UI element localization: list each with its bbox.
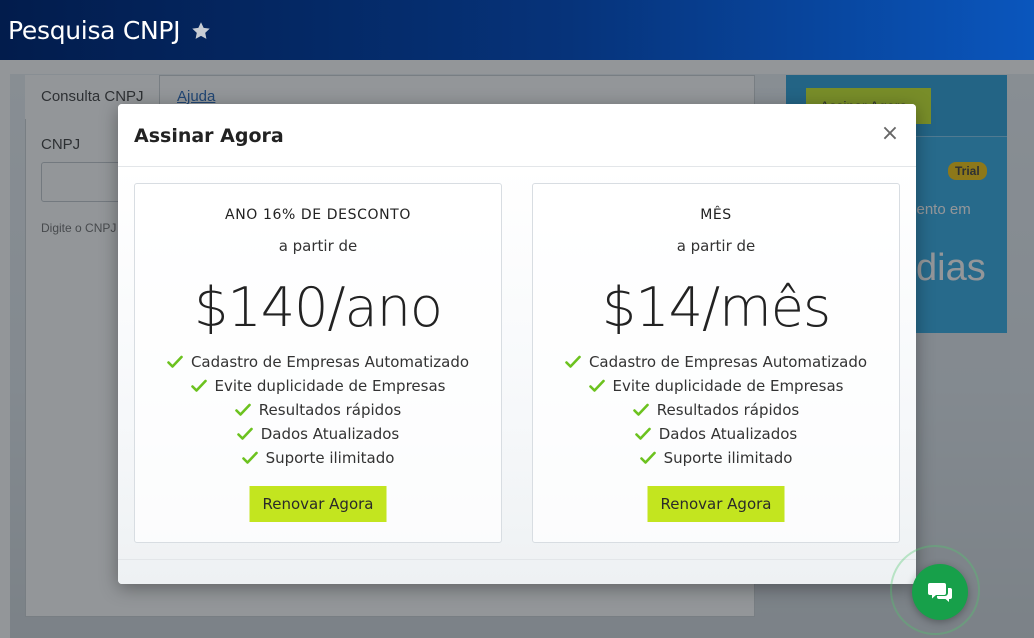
check-icon bbox=[241, 451, 258, 464]
feature-item: Suporte ilimitado bbox=[135, 446, 501, 470]
subscribe-modal: Assinar Agora × ANO 16% DE DESCONTO a pa… bbox=[118, 104, 916, 584]
feature-item: Cadastro de Empresas Automatizado bbox=[135, 350, 501, 374]
chat-button[interactable] bbox=[912, 564, 968, 620]
check-icon bbox=[236, 427, 253, 440]
check-icon bbox=[632, 403, 649, 416]
feature-label: Suporte ilimitado bbox=[265, 449, 395, 467]
feature-item: Resultados rápidos bbox=[533, 398, 899, 422]
modal-header: Assinar Agora × bbox=[118, 104, 916, 167]
plan-from-text: a partir de bbox=[278, 237, 358, 255]
feature-label: Resultados rápidos bbox=[258, 401, 402, 419]
check-icon bbox=[565, 355, 581, 368]
check-icon bbox=[639, 451, 656, 464]
feature-label: Cadastro de Empresas Automatizado bbox=[190, 353, 470, 371]
chat-bubbles-icon bbox=[928, 583, 952, 602]
feature-label: Evite duplicidade de Empresas bbox=[612, 377, 844, 395]
modal-footer-divider bbox=[118, 559, 916, 560]
check-icon bbox=[167, 355, 183, 368]
star-icon[interactable] bbox=[190, 20, 212, 42]
modal-title: Assinar Agora bbox=[134, 125, 284, 147]
plan-price: $140/ano bbox=[194, 276, 443, 339]
renew-annual-button[interactable]: Renovar Agora bbox=[249, 486, 387, 522]
feature-item: Suporte ilimitado bbox=[533, 446, 899, 470]
renew-monthly-button[interactable]: Renovar Agora bbox=[647, 486, 785, 522]
plan-price: $14/mês bbox=[601, 276, 831, 339]
plan-card-annual: ANO 16% DE DESCONTO a partir de $140/ano… bbox=[134, 183, 502, 543]
feature-item: Resultados rápidos bbox=[135, 398, 501, 422]
feature-label: Cadastro de Empresas Automatizado bbox=[588, 353, 868, 371]
feature-label: Dados Atualizados bbox=[260, 425, 400, 443]
plan-from-text: a partir de bbox=[676, 237, 756, 255]
feature-item: Dados Atualizados bbox=[533, 422, 899, 446]
feature-list: Cadastro de Empresas Automatizado Evite … bbox=[135, 350, 501, 470]
feature-label: Resultados rápidos bbox=[656, 401, 800, 419]
feature-item: Dados Atualizados bbox=[135, 422, 501, 446]
plan-name: ANO 16% DE DESCONTO bbox=[225, 207, 411, 223]
close-icon[interactable]: × bbox=[878, 122, 902, 146]
feature-label: Dados Atualizados bbox=[658, 425, 798, 443]
plan-name: MÊS bbox=[700, 207, 732, 223]
feature-list: Cadastro de Empresas Automatizado Evite … bbox=[533, 350, 899, 470]
plan-card-monthly: MÊS a partir de $14/mês Cadastro de Empr… bbox=[532, 183, 900, 543]
feature-item: Cadastro de Empresas Automatizado bbox=[533, 350, 899, 374]
check-icon bbox=[634, 427, 651, 440]
feature-item: Evite duplicidade de Empresas bbox=[135, 374, 501, 398]
app-title: Pesquisa CNPJ bbox=[8, 15, 181, 45]
feature-label: Suporte ilimitado bbox=[663, 449, 793, 467]
feature-item: Evite duplicidade de Empresas bbox=[533, 374, 899, 398]
feature-label: Evite duplicidade de Empresas bbox=[214, 377, 446, 395]
check-icon bbox=[588, 379, 605, 392]
app-header: Pesquisa CNPJ bbox=[0, 0, 1034, 60]
check-icon bbox=[190, 379, 207, 392]
check-icon bbox=[234, 403, 251, 416]
